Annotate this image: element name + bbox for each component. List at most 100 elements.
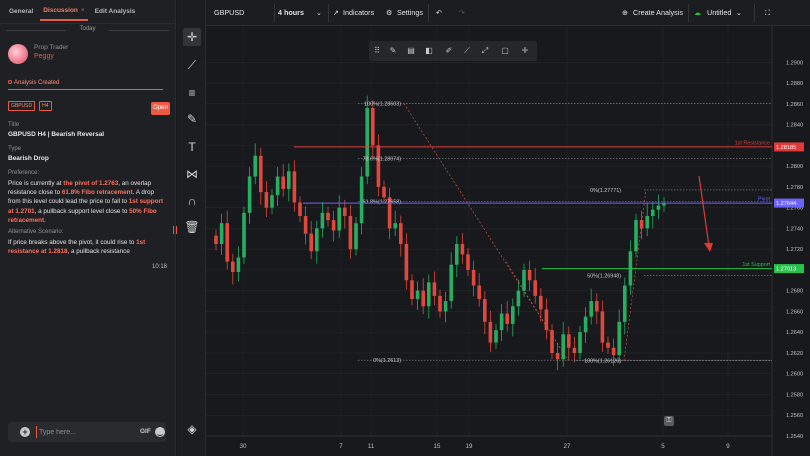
emoji-icon[interactable] — [155, 427, 165, 437]
candle-body — [231, 261, 235, 272]
candle-body — [427, 282, 431, 307]
candle-body — [354, 223, 358, 250]
analysis-created-banner: Analysis Created — [8, 77, 163, 90]
fill-icon[interactable]: ◧ — [423, 45, 435, 57]
pen-icon[interactable]: ✎ — [387, 45, 399, 57]
message-input[interactable] — [36, 426, 116, 438]
chart-svg[interactable]: 1.2540 1.2560 1.2580 1.2600 1.2620 1.2640 1.26… — [206, 26, 810, 456]
layers-icon[interactable]: ◈ — [183, 420, 201, 438]
candle-body — [275, 176, 280, 196]
tab-discussion[interactable]: Discussion × — [40, 3, 88, 21]
candle-body — [287, 171, 291, 189]
candle-body — [315, 228, 319, 252]
tab-general[interactable]: General — [6, 4, 36, 19]
candle-body — [561, 334, 565, 360]
indicators-button[interactable]: Indicators — [343, 0, 374, 26]
candle-body — [421, 290, 425, 307]
candle-body — [522, 269, 526, 291]
candle-body — [225, 223, 229, 262]
brush-tool-icon[interactable]: ✎ — [183, 110, 201, 128]
trash-icon[interactable]: 🗑 — [183, 218, 201, 236]
tab-edit-analysis[interactable]: Edit Analysis — [92, 4, 139, 19]
candle-body — [382, 186, 386, 198]
add-attachment-icon[interactable]: + — [20, 427, 30, 437]
x-tick-label: 11 — [368, 443, 375, 450]
text-tool-icon[interactable]: T — [183, 138, 201, 156]
y-tick-label: 1.2560 — [786, 413, 803, 419]
level-name: 1st Support — [742, 262, 770, 268]
cloud-check-icon: ☁ — [694, 8, 702, 17]
candle-body — [499, 313, 504, 331]
candle-body — [527, 269, 532, 281]
layout-name[interactable]: Untitled — [707, 0, 731, 26]
body-text: Price is currently at — [8, 180, 64, 187]
candle-body — [415, 290, 420, 299]
divider — [688, 4, 689, 22]
y-tick-label: 1.2600 — [786, 372, 803, 378]
y-tick-label: 1.2680 — [786, 289, 803, 295]
line-tool-icon[interactable]: ⟋ — [183, 56, 201, 74]
open-button[interactable]: Open — [151, 102, 170, 115]
create-analysis-button[interactable]: Create Analysis — [633, 0, 683, 26]
candle-body — [494, 330, 498, 343]
candle-body — [443, 301, 448, 312]
indicators-icon[interactable]: ↗ — [333, 0, 339, 26]
candle-body — [393, 223, 397, 229]
level-name: Pivot — [758, 197, 770, 203]
settings-button[interactable]: Settings — [397, 0, 423, 26]
candle-body — [371, 108, 375, 146]
undo-icon[interactable]: ↶ — [436, 0, 442, 26]
candle-body — [455, 243, 459, 265]
body-text: , a pullback resistance — [67, 248, 130, 256]
channel-tool-icon[interactable]: ≡ — [183, 84, 201, 102]
arrow-shaft — [698, 175, 710, 247]
candle-body — [264, 192, 269, 208]
drag-handle-icon[interactable]: ⠿ — [371, 45, 383, 57]
symbol-selector[interactable]: GBPUSD — [214, 0, 244, 26]
more-icon[interactable]: ✛ — [519, 45, 531, 57]
text-icon[interactable]: ▤ — [405, 45, 417, 57]
divider — [328, 4, 329, 22]
candle-body — [404, 243, 409, 281]
timeframe-selector[interactable]: 4 hours — [278, 0, 304, 26]
y-tick-label: 1.2780 — [786, 185, 803, 191]
lock-icon[interactable]: ⚿ — [664, 416, 674, 426]
fullscreen-icon[interactable]: ⛶ — [765, 0, 770, 26]
analysis-panel: General Discussion × Edit Analysis Today … — [0, 0, 177, 456]
fibo-label: 78.6%(1.28074) — [363, 156, 402, 162]
y-tick-label: 1.2640 — [786, 330, 803, 336]
tab-close-icon[interactable]: × — [81, 7, 85, 14]
crosshair-icon[interactable]: ✛ — [183, 28, 201, 46]
candle-body — [449, 264, 453, 302]
level-price-label: 1.28185 — [776, 145, 796, 151]
day-separator: Today — [0, 26, 175, 32]
frame-icon[interactable]: ▢ — [499, 45, 511, 57]
extend-icon[interactable]: ⤢ — [479, 45, 491, 57]
chevron-down-icon[interactable]: ⌄ — [316, 0, 322, 26]
candle-body — [606, 342, 610, 348]
candle-body — [460, 243, 465, 255]
candle-body — [634, 220, 638, 252]
x-tick-label: 27 — [564, 443, 571, 450]
pattern-tool-icon[interactable]: ⋈ — [183, 165, 201, 183]
level-price-label: 1.27013 — [776, 267, 796, 273]
divider — [754, 4, 755, 22]
candle-body — [471, 269, 476, 286]
title-value: GBPUSD H4 | Bearish Reversal — [8, 131, 105, 138]
chevron-down-icon[interactable]: ⌄ — [736, 0, 742, 26]
alternative-label: Alternative Scenario: — [8, 229, 64, 235]
gear-icon[interactable]: ⚙ — [386, 0, 392, 26]
highlight-text: the pivot of 1.2763 — [63, 180, 119, 187]
fibo-label: 100%(1.28603) — [364, 102, 401, 108]
plus-circle-icon[interactable]: ⊕ — [622, 0, 628, 26]
gif-button[interactable]: GIF — [140, 428, 151, 435]
price-chart[interactable]: 1.2540 1.2560 1.2580 1.2600 1.2620 1.2640 1.26… — [206, 26, 810, 456]
message-composer: + GIF — [8, 422, 166, 442]
x-tick-label: 5 — [661, 443, 665, 450]
line-width-icon[interactable]: ⟋ — [461, 45, 473, 57]
style-icon[interactable]: ✐ — [443, 45, 455, 57]
analysis-created-label: Analysis Created — [14, 80, 60, 86]
redo-icon[interactable]: ↷ — [459, 0, 465, 26]
author-name[interactable]: Peggy — [34, 53, 68, 60]
magnet-icon[interactable]: ∩ — [183, 192, 201, 210]
